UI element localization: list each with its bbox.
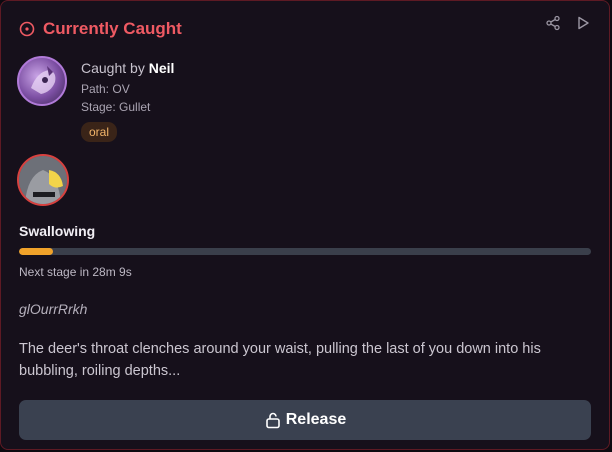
sound-text: glOurrRrkh [19, 301, 88, 317]
card-header: Currently Caught [19, 19, 182, 39]
predator-avatar[interactable] [17, 56, 67, 106]
release-button[interactable]: Release [19, 400, 591, 440]
next-stage-timer: Next stage in 28m 9s [19, 265, 132, 279]
caught-by-line: Caught by Neil [81, 60, 174, 76]
share-icon[interactable] [545, 15, 561, 31]
caught-card: Currently Caught Caught by Neil Path: OV… [0, 0, 610, 450]
stage-progress-fill [19, 248, 54, 255]
path-text: Path: OV [81, 82, 130, 96]
caught-by-label: Caught by [81, 60, 145, 76]
predator-name[interactable]: Neil [149, 60, 175, 76]
card-title: Currently Caught [43, 19, 182, 38]
stage-progress-bar [19, 248, 591, 255]
prey-avatar[interactable] [17, 154, 69, 206]
description-text: The deer's throat clenches around your w… [19, 341, 541, 379]
play-icon[interactable] [575, 15, 591, 31]
circle-dot-icon [19, 21, 35, 37]
tag-badge: oral [81, 122, 118, 142]
stage-label: Swallowing [19, 223, 96, 239]
stage-text: Stage: Gullet [81, 100, 151, 114]
predator-info: Caught by Neil Path: OV Stage: Gullet or… [81, 56, 174, 142]
predator-section: Caught by Neil Path: OV Stage: Gullet or… [17, 56, 174, 142]
release-label: Release [285, 411, 347, 428]
header-actions [545, 15, 591, 31]
unlock-icon [264, 411, 282, 429]
